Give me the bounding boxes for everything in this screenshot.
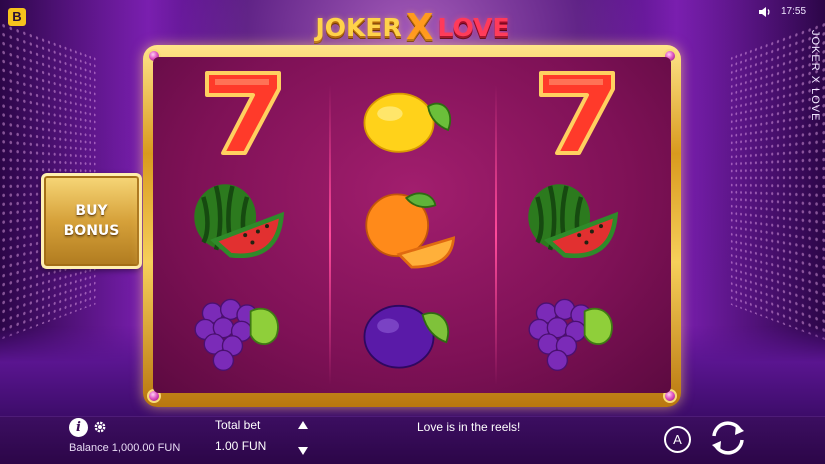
game-title-vertical: JOKER X LOVE bbox=[809, 30, 821, 122]
brand-logo: B bbox=[8, 8, 26, 26]
total-bet-label: Total bet bbox=[215, 418, 261, 432]
buy-bonus-line2: BONUS bbox=[63, 223, 120, 239]
logo-word-x: X bbox=[405, 6, 434, 48]
total-bet-value: 1.00 FUN bbox=[215, 439, 267, 453]
watermelon-symbol bbox=[528, 184, 619, 259]
spin-button[interactable] bbox=[706, 418, 750, 458]
orange-symbol bbox=[365, 192, 456, 269]
plum-symbol bbox=[363, 304, 449, 369]
bottom-bar bbox=[0, 416, 825, 464]
bet-decrease-arrow-icon[interactable] bbox=[297, 446, 309, 456]
buy-bonus-line1: BUY bbox=[75, 203, 108, 219]
logo-word-joker: JOKER bbox=[315, 12, 402, 42]
speaker-icon[interactable] bbox=[758, 6, 772, 18]
buy-bonus-button[interactable]: BUY BONUS bbox=[41, 173, 142, 269]
info-icon[interactable]: i bbox=[69, 418, 88, 437]
reel-area[interactable] bbox=[153, 57, 671, 393]
clock: 17:55 bbox=[781, 6, 807, 17]
seven-symbol bbox=[205, 71, 281, 155]
grapes-symbol bbox=[194, 298, 279, 372]
reel-divider-2 bbox=[495, 85, 497, 385]
lemon-symbol bbox=[363, 92, 451, 153]
gear-icon[interactable] bbox=[93, 420, 107, 434]
reel-frame bbox=[143, 45, 681, 407]
bet-increase-arrow-icon[interactable] bbox=[297, 420, 309, 430]
autoplay-button[interactable]: A bbox=[664, 426, 691, 453]
grapes-symbol bbox=[528, 298, 613, 372]
status-message: Love is in the reels! bbox=[417, 420, 521, 434]
reel-divider-1 bbox=[329, 85, 331, 385]
balance-label: Balance 1,000.00 FUN bbox=[69, 442, 181, 454]
watermelon-symbol bbox=[194, 184, 285, 259]
seven-symbol bbox=[539, 71, 615, 155]
logo-word-love: LOVE bbox=[437, 12, 510, 42]
